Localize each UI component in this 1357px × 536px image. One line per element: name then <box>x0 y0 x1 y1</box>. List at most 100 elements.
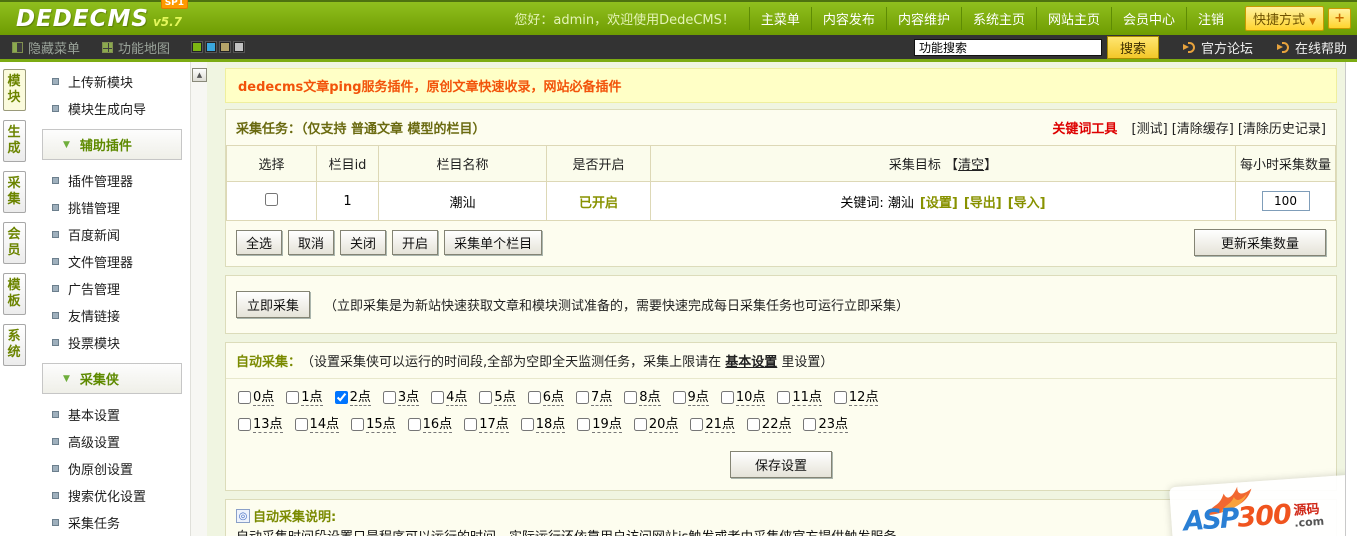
keyword-link[interactable]: [清除缓存] <box>1172 122 1234 137</box>
add-shortcut-button[interactable]: + <box>1328 8 1351 29</box>
task-button-全选[interactable]: 全选 <box>236 230 283 255</box>
hour-checkbox-19点[interactable]: 19点 <box>577 417 622 433</box>
target-link[interactable]: [导入] <box>1008 196 1046 211</box>
hour-checkbox-input-5点[interactable] <box>479 391 493 404</box>
skin-swatch-4[interactable] <box>233 41 246 53</box>
collect-now-button[interactable]: 立即采集 <box>236 291 311 318</box>
hour-checkbox-15点[interactable]: 15点 <box>351 417 396 433</box>
hour-checkbox-0点[interactable]: 0点 <box>238 390 275 406</box>
hour-checkbox-4点[interactable]: 4点 <box>431 390 468 406</box>
hour-checkbox-input-16点[interactable] <box>407 418 421 431</box>
hour-checkbox-input-21点[interactable] <box>690 418 704 431</box>
menu-item-基本设置[interactable]: 基本设置 <box>28 401 190 428</box>
hour-checkbox-input-3点[interactable] <box>382 391 396 404</box>
hour-checkbox-input-7点[interactable] <box>575 391 589 404</box>
hour-checkbox-input-22点[interactable] <box>746 418 760 431</box>
hour-checkbox-21点[interactable]: 21点 <box>690 417 735 433</box>
sidebar-tab-模块[interactable]: 模块 <box>2 69 26 111</box>
nav-item-内容发布[interactable]: 内容发布 <box>810 7 886 30</box>
nav-item-会员中心[interactable]: 会员中心 <box>1110 7 1186 30</box>
hour-checkbox-input-8点[interactable] <box>624 391 638 404</box>
target-link[interactable]: [导出] <box>964 196 1002 211</box>
task-button-开启[interactable]: 开启 <box>392 230 439 255</box>
hour-checkbox-input-4点[interactable] <box>431 391 445 404</box>
hour-checkbox-1点[interactable]: 1点 <box>286 390 323 406</box>
skin-swatch-2[interactable] <box>205 41 218 53</box>
sidebar-tab-生成[interactable]: 生成 <box>2 120 26 162</box>
hour-checkbox-22点[interactable]: 22点 <box>746 417 792 433</box>
task-button-采集单个栏目[interactable]: 采集单个栏目 <box>444 230 543 255</box>
skin-swatch-1[interactable] <box>191 41 204 53</box>
hour-checkbox-input-2点[interactable] <box>334 391 348 404</box>
online-help-link[interactable]: 在线帮助 <box>1295 38 1347 57</box>
nav-item-注销[interactable]: 注销 <box>1186 7 1235 30</box>
hour-checkbox-10点[interactable]: 10点 <box>720 390 766 406</box>
nav-item-系统主页[interactable]: 系统主页 <box>960 7 1036 30</box>
scroll-up-button[interactable]: ▲ <box>192 68 207 82</box>
keyword-link[interactable]: [测试] <box>1132 122 1168 137</box>
per-hour-input[interactable] <box>1261 191 1310 211</box>
hour-checkbox-input-13点[interactable] <box>238 418 251 431</box>
hour-checkbox-input-9点[interactable] <box>672 391 686 404</box>
menu-group-header-采集侠[interactable]: ▼ 采集侠 <box>42 363 182 394</box>
hour-checkbox-5点[interactable]: 5点 <box>479 390 516 406</box>
clear-target-link[interactable]: 清空 <box>958 158 984 173</box>
hour-checkbox-input-6点[interactable] <box>527 391 541 404</box>
search-button[interactable]: 搜索 <box>1106 35 1159 59</box>
hour-checkbox-input-15点[interactable] <box>351 418 365 431</box>
menu-item-插件管理器[interactable]: 插件管理器 <box>28 167 190 194</box>
hour-checkbox-7点[interactable]: 7点 <box>575 390 613 406</box>
menu-item-高级设置[interactable]: 高级设置 <box>28 428 190 455</box>
menu-group-header-辅助插件[interactable]: ▼ 辅助插件 <box>42 129 182 160</box>
task-button-取消[interactable]: 取消 <box>288 230 335 255</box>
hour-checkbox-input-20点[interactable] <box>633 418 647 431</box>
hour-checkbox-9点[interactable]: 9点 <box>672 390 709 406</box>
nav-item-网站主页[interactable]: 网站主页 <box>1035 7 1111 30</box>
sidebar-tab-采集[interactable]: 采集 <box>2 171 26 213</box>
quick-access-button[interactable]: 快捷方式 ▼ <box>1245 6 1325 31</box>
hour-checkbox-input-17点[interactable] <box>464 418 478 431</box>
hour-checkbox-6点[interactable]: 6点 <box>527 390 564 406</box>
hour-checkbox-16点[interactable]: 16点 <box>407 417 453 433</box>
hour-checkbox-8点[interactable]: 8点 <box>624 390 661 406</box>
task-button-关闭[interactable]: 关闭 <box>340 230 387 255</box>
hour-checkbox-18点[interactable]: 18点 <box>520 417 566 433</box>
row-select-checkbox[interactable] <box>265 192 278 206</box>
hour-checkbox-input-19点[interactable] <box>577 418 591 431</box>
menu-item-采集任务[interactable]: 采集任务 <box>28 509 190 536</box>
menu-item-友情链接[interactable]: 友情链接 <box>28 302 190 329</box>
basic-settings-link[interactable]: 基本设置 <box>725 355 777 370</box>
nav-item-主菜单[interactable]: 主菜单 <box>748 7 811 30</box>
function-map-button[interactable]: 功能地图 <box>102 38 170 57</box>
hour-checkbox-23点[interactable]: 23点 <box>803 417 849 433</box>
hour-checkbox-input-11点[interactable] <box>777 391 791 404</box>
hour-checkbox-12点[interactable]: 12点 <box>833 390 879 406</box>
hour-checkbox-input-18点[interactable] <box>520 418 534 431</box>
sidebar-tab-模板[interactable]: 模板 <box>2 273 26 315</box>
function-search-input[interactable] <box>913 38 1102 56</box>
hour-checkbox-3点[interactable]: 3点 <box>382 390 420 406</box>
hour-checkbox-input-0点[interactable] <box>238 391 251 404</box>
nav-item-内容维护[interactable]: 内容维护 <box>885 7 961 30</box>
update-count-button[interactable]: 更新采集数量 <box>1193 229 1326 256</box>
save-settings-button[interactable]: 保存设置 <box>729 451 832 478</box>
menu-item-文件管理器[interactable]: 文件管理器 <box>28 248 190 275</box>
sidebar-tab-系统[interactable]: 系统 <box>2 324 26 366</box>
menu-item-伪原创设置[interactable]: 伪原创设置 <box>28 455 190 482</box>
official-forum-link[interactable]: 官方论坛 <box>1201 38 1253 57</box>
hour-checkbox-20点[interactable]: 20点 <box>633 417 679 433</box>
menu-item-广告管理[interactable]: 广告管理 <box>28 275 190 302</box>
hour-checkbox-input-23点[interactable] <box>803 418 817 431</box>
menu-item-搜索优化设置[interactable]: 搜索优化设置 <box>28 482 190 509</box>
hour-checkbox-input-14点[interactable] <box>294 418 308 431</box>
target-link[interactable]: [设置] <box>920 196 958 211</box>
hide-menu-button[interactable]: 隐藏菜单 <box>12 38 80 57</box>
keyword-link[interactable]: [清除历史记录] <box>1238 122 1326 137</box>
skin-swatch-3[interactable] <box>219 41 232 53</box>
hour-checkbox-13点[interactable]: 13点 <box>238 417 283 433</box>
hour-checkbox-2点[interactable]: 2点 <box>334 390 371 406</box>
sidebar-tab-会员[interactable]: 会员 <box>2 222 26 264</box>
hour-checkbox-17点[interactable]: 17点 <box>464 417 509 433</box>
menu-scrollbar[interactable]: ▲ <box>190 62 207 536</box>
hour-checkbox-input-12点[interactable] <box>833 391 847 404</box>
